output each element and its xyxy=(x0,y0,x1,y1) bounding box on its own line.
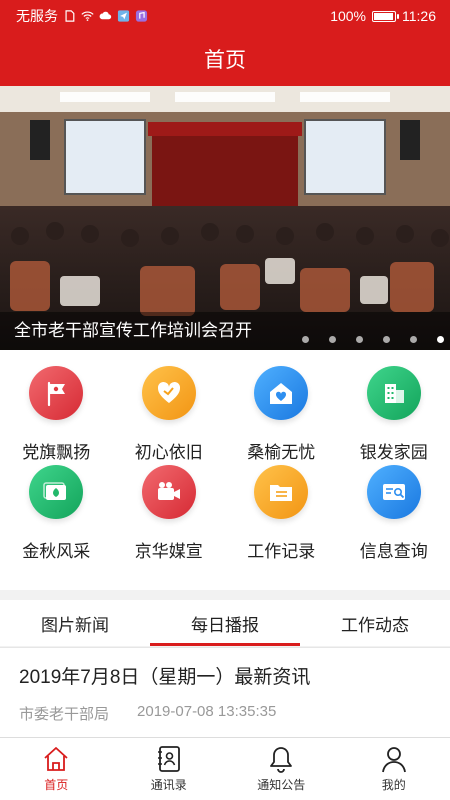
grid-label: 工作记录 xyxy=(247,542,316,561)
banner-caption[interactable]: 全市老干部宣传工作培训会召开 xyxy=(0,312,450,350)
photo-leaf-icon xyxy=(29,465,84,519)
tab-picture-news[interactable]: 图片新闻 xyxy=(0,600,150,646)
nav-home[interactable]: 首页 xyxy=(0,738,113,800)
carrier-label: 无服务 xyxy=(16,8,58,24)
title-bar: 首页 xyxy=(0,32,450,86)
building-icon xyxy=(366,366,421,420)
grid-item-building[interactable]: 银发家园 xyxy=(338,350,450,463)
grid-label: 桑榆无忧 xyxy=(247,443,316,462)
feature-grid: 党旗飘扬 初心依旧 桑榆无忧 银发家园 金秋风采 京华媒宣 工作记录 信息查询 xyxy=(0,350,450,590)
send-icon xyxy=(117,10,130,22)
grid-item-heart[interactable]: 初心依旧 xyxy=(113,350,226,463)
carousel-dot[interactable] xyxy=(437,336,444,343)
battery-percent: 100% xyxy=(330,8,366,24)
bottom-nav: 首页 通讯录 通知公告 我的 xyxy=(0,737,450,800)
nav-contacts[interactable]: 通讯录 xyxy=(113,738,226,800)
grid-item-photo[interactable]: 金秋风采 xyxy=(0,463,113,590)
banner-carousel[interactable]: 全市老干部宣传工作培训会召开 xyxy=(0,86,450,350)
nav-label: 通讯录 xyxy=(150,778,187,792)
news-source: 市委老干部局 xyxy=(19,706,110,723)
grid-item-home[interactable]: 桑榆无忧 xyxy=(225,350,338,463)
grid-item-party-flag[interactable]: 党旗飘扬 xyxy=(0,350,113,463)
tab-work-updates[interactable]: 工作动态 xyxy=(300,600,450,646)
bell-icon xyxy=(270,747,293,773)
sim-icon xyxy=(65,10,75,22)
news-tabs: 图片新闻 每日播报 工作动态 xyxy=(0,600,450,646)
carousel-dot[interactable] xyxy=(329,336,336,343)
cloud-icon xyxy=(99,11,112,20)
grid-label: 信息查询 xyxy=(359,542,428,561)
clock: 11:26 xyxy=(402,8,436,24)
news-timestamp: 2019-07-08 13:35:35 xyxy=(137,703,277,720)
home-icon xyxy=(44,747,68,771)
carousel-dot[interactable] xyxy=(302,336,309,343)
grid-label: 京华媒宣 xyxy=(134,542,203,561)
contacts-icon xyxy=(157,746,180,772)
tab-daily-broadcast[interactable]: 每日播报 xyxy=(150,600,300,646)
grid-item-search[interactable]: 信息查询 xyxy=(338,463,450,590)
grid-label: 金秋风采 xyxy=(22,542,91,561)
nav-notices[interactable]: 通知公告 xyxy=(225,738,338,800)
carousel-dot[interactable] xyxy=(383,336,390,343)
news-meta: 市委老干部局 2019-07-08 13:35:35 xyxy=(19,703,432,724)
grid-item-video[interactable]: 京华媒宣 xyxy=(113,463,226,590)
party-flag-icon xyxy=(29,366,84,420)
battery-icon xyxy=(372,10,399,22)
music-app-icon xyxy=(135,10,148,22)
video-camera-icon xyxy=(141,465,196,519)
banner-image xyxy=(0,86,450,350)
carousel-indicator xyxy=(302,336,444,343)
grid-item-folder[interactable]: 工作记录 xyxy=(225,463,338,590)
carousel-dot[interactable] xyxy=(356,336,363,343)
carousel-dot[interactable] xyxy=(410,336,417,343)
folder-icon xyxy=(254,465,309,519)
home-heart-icon xyxy=(254,366,309,420)
nav-label: 首页 xyxy=(44,778,69,792)
nav-label: 通知公告 xyxy=(257,778,306,792)
news-item[interactable]: 2019年7月8日（星期一）最新资讯 市委老干部局 2019-07-08 13:… xyxy=(0,647,450,737)
grid-label: 党旗飘扬 xyxy=(22,443,91,462)
nav-profile[interactable]: 我的 xyxy=(338,738,450,800)
id-search-icon xyxy=(366,465,421,519)
user-icon xyxy=(381,747,406,773)
news-title[interactable]: 2019年7月8日（星期一）最新资讯 xyxy=(19,662,432,689)
page-title: 首页 xyxy=(204,49,246,72)
heart-icon xyxy=(141,366,196,420)
nav-label: 我的 xyxy=(381,778,406,792)
wifi-icon xyxy=(81,11,94,21)
grid-label: 初心依旧 xyxy=(134,443,203,462)
grid-label: 银发家园 xyxy=(359,443,428,462)
status-bar: 无服务 100% 11:26 xyxy=(0,0,450,32)
